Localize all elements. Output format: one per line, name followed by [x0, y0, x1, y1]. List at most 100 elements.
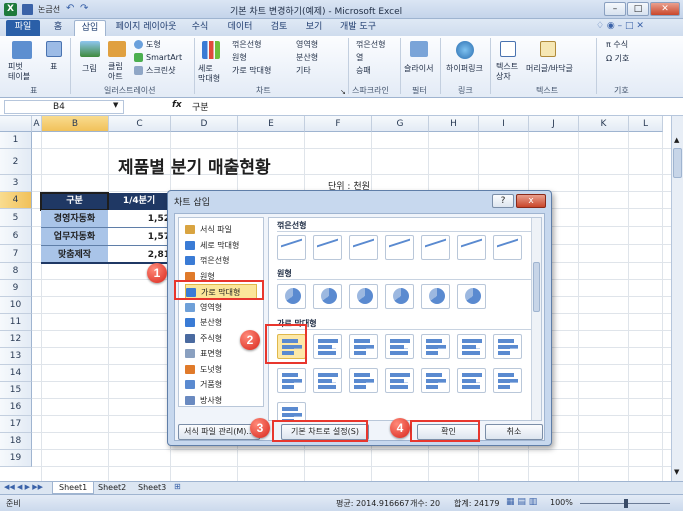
- chart-gallery[interactable]: 꺾은선형 원형 가로 막대형: [268, 217, 542, 421]
- picture-button[interactable]: 그림: [82, 64, 97, 74]
- qat-undo-icon[interactable]: ↶: [66, 3, 74, 14]
- sheet-nav-icons[interactable]: ◀◀ ◀ ▶ ▶▶: [4, 483, 43, 491]
- sheet-tab-2[interactable]: Sheet2: [92, 482, 132, 494]
- symbol-button[interactable]: Ω 기호: [606, 54, 629, 64]
- save-icon[interactable]: [22, 4, 33, 15]
- chart-type-thumbnail[interactable]: [349, 235, 378, 260]
- scatter-chart-button[interactable]: 분산형: [296, 53, 318, 63]
- tab-file[interactable]: 파일: [6, 20, 40, 36]
- sheet-tab-3[interactable]: Sheet3: [132, 482, 172, 494]
- row-header[interactable]: 8: [0, 263, 32, 280]
- gallery-scrollbar[interactable]: [531, 218, 541, 420]
- bar-chart-button[interactable]: 가로 막대형: [232, 66, 271, 76]
- zoom-level[interactable]: 100%: [550, 498, 573, 507]
- hyperlink-icon[interactable]: [456, 41, 474, 59]
- scroll-up-icon[interactable]: ▲: [674, 136, 679, 144]
- column-chart-button[interactable]: 세로 막대형: [198, 64, 220, 84]
- formula-input[interactable]: 구분: [192, 100, 209, 113]
- data-cell-label[interactable]: 업무자동화: [41, 228, 108, 246]
- ribbon-help-icons[interactable]: ♢ ◉ – □ ✕: [596, 21, 644, 31]
- chart-type-thumbnail[interactable]: [277, 235, 306, 260]
- column-header[interactable]: K: [579, 116, 629, 132]
- row-header[interactable]: 9: [0, 280, 32, 297]
- row-header[interactable]: 18: [0, 433, 32, 450]
- clipart-icon[interactable]: [108, 41, 126, 57]
- qat-label[interactable]: 논금선: [38, 4, 60, 15]
- chart-category-item[interactable]: 방사형: [185, 393, 257, 408]
- row-header[interactable]: 16: [0, 399, 32, 416]
- tab-developer[interactable]: 개발 도구: [336, 20, 380, 36]
- chart-type-thumbnail[interactable]: [313, 235, 342, 260]
- tab-view[interactable]: 보기: [300, 20, 328, 36]
- tab-insert[interactable]: 삽입: [74, 20, 106, 36]
- view-buttons[interactable]: ▦ ▤ ▥: [506, 497, 537, 507]
- chart-type-thumbnail[interactable]: [421, 284, 450, 309]
- tab-review[interactable]: 검토: [264, 20, 294, 36]
- dialog-launcher-icon[interactable]: ↘: [340, 88, 346, 96]
- scroll-down-icon[interactable]: ▼: [674, 468, 679, 476]
- chart-type-thumbnail[interactable]: [385, 334, 414, 359]
- cancel-button[interactable]: 취소: [485, 424, 543, 440]
- sparkline-column-button[interactable]: 열: [356, 53, 363, 63]
- chart-type-thumbnail[interactable]: [385, 235, 414, 260]
- row-header[interactable]: 17: [0, 416, 32, 433]
- maximize-button[interactable]: □: [627, 2, 649, 16]
- row-header[interactable]: 19: [0, 450, 32, 467]
- chart-type-thumbnail[interactable]: [313, 284, 342, 309]
- chart-type-thumbnail[interactable]: [349, 368, 378, 393]
- row-header[interactable]: 3: [0, 175, 32, 192]
- tab-home[interactable]: 홈: [46, 20, 70, 36]
- row-header[interactable]: 7: [0, 245, 32, 263]
- chart-type-thumbnail[interactable]: [277, 284, 306, 309]
- column-header[interactable]: F: [305, 116, 372, 132]
- excel-app-icon[interactable]: X: [4, 3, 17, 16]
- name-box[interactable]: B4: [4, 100, 124, 114]
- tab-page-layout[interactable]: 페이지 레이아웃: [110, 20, 182, 36]
- chart-type-thumbnail[interactable]: [421, 368, 450, 393]
- help-button[interactable]: ?: [492, 194, 514, 208]
- pie-chart-button[interactable]: 원형: [232, 53, 247, 63]
- column-header[interactable]: H: [429, 116, 479, 132]
- chart-type-thumbnail[interactable]: [313, 334, 342, 359]
- hyperlink-button[interactable]: 하이퍼링크: [446, 64, 483, 74]
- row-header[interactable]: 2: [0, 149, 32, 175]
- shapes-button[interactable]: 도형: [146, 40, 161, 50]
- chart-type-thumbnail[interactable]: [421, 235, 450, 260]
- data-cell-label[interactable]: 경영자동화: [41, 210, 108, 228]
- chart-type-thumbnail[interactable]: [277, 368, 306, 393]
- manage-templates-button[interactable]: 서식 파일 관리(M)...: [178, 424, 260, 440]
- data-cell-value[interactable]: 2,81: [108, 246, 170, 264]
- minimize-button[interactable]: –: [604, 2, 626, 16]
- header-footer-icon[interactable]: [540, 41, 556, 57]
- line-chart-button[interactable]: 꺾은선형: [232, 40, 261, 50]
- chart-type-thumbnail[interactable]: [457, 368, 486, 393]
- column-header[interactable]: L: [629, 116, 663, 132]
- chart-category-item[interactable]: 도넛형: [185, 362, 257, 377]
- sheet-tab-1[interactable]: Sheet1: [52, 482, 95, 494]
- pivot-table-icon[interactable]: [12, 41, 32, 59]
- chart-type-thumbnail[interactable]: [493, 368, 522, 393]
- textbox-icon[interactable]: [500, 41, 516, 57]
- chart-category-item[interactable]: 서식 파일: [185, 222, 257, 237]
- slicer-icon[interactable]: [410, 41, 428, 57]
- dialog-close-button[interactable]: x: [516, 194, 546, 208]
- column-header[interactable]: D: [171, 116, 238, 132]
- qat-redo-icon[interactable]: ↷: [80, 3, 88, 14]
- column-header[interactable]: I: [479, 116, 529, 132]
- chart-type-thumbnail[interactable]: [457, 235, 486, 260]
- data-cell-label[interactable]: 맞춤제작: [41, 246, 108, 264]
- chart-type-thumbnail[interactable]: [349, 334, 378, 359]
- row-header[interactable]: 11: [0, 314, 32, 331]
- row-header[interactable]: 15: [0, 382, 32, 399]
- sheet-title[interactable]: 제품별 분기 매출현황: [118, 153, 271, 178]
- fx-icon[interactable]: fx: [172, 100, 182, 110]
- tab-formulas[interactable]: 수식: [186, 20, 214, 36]
- row-header[interactable]: 12: [0, 331, 32, 348]
- vertical-scrollbar[interactable]: ▲ ▼: [671, 116, 683, 481]
- chart-category-item[interactable]: 세로 막대형: [185, 238, 257, 253]
- chart-type-thumbnail[interactable]: [385, 368, 414, 393]
- name-box-dropdown-icon[interactable]: ▼: [113, 101, 118, 109]
- column-header[interactable]: C: [109, 116, 171, 132]
- area-chart-button[interactable]: 영역형: [296, 40, 318, 50]
- chart-category-item[interactable]: 영역형: [185, 300, 257, 315]
